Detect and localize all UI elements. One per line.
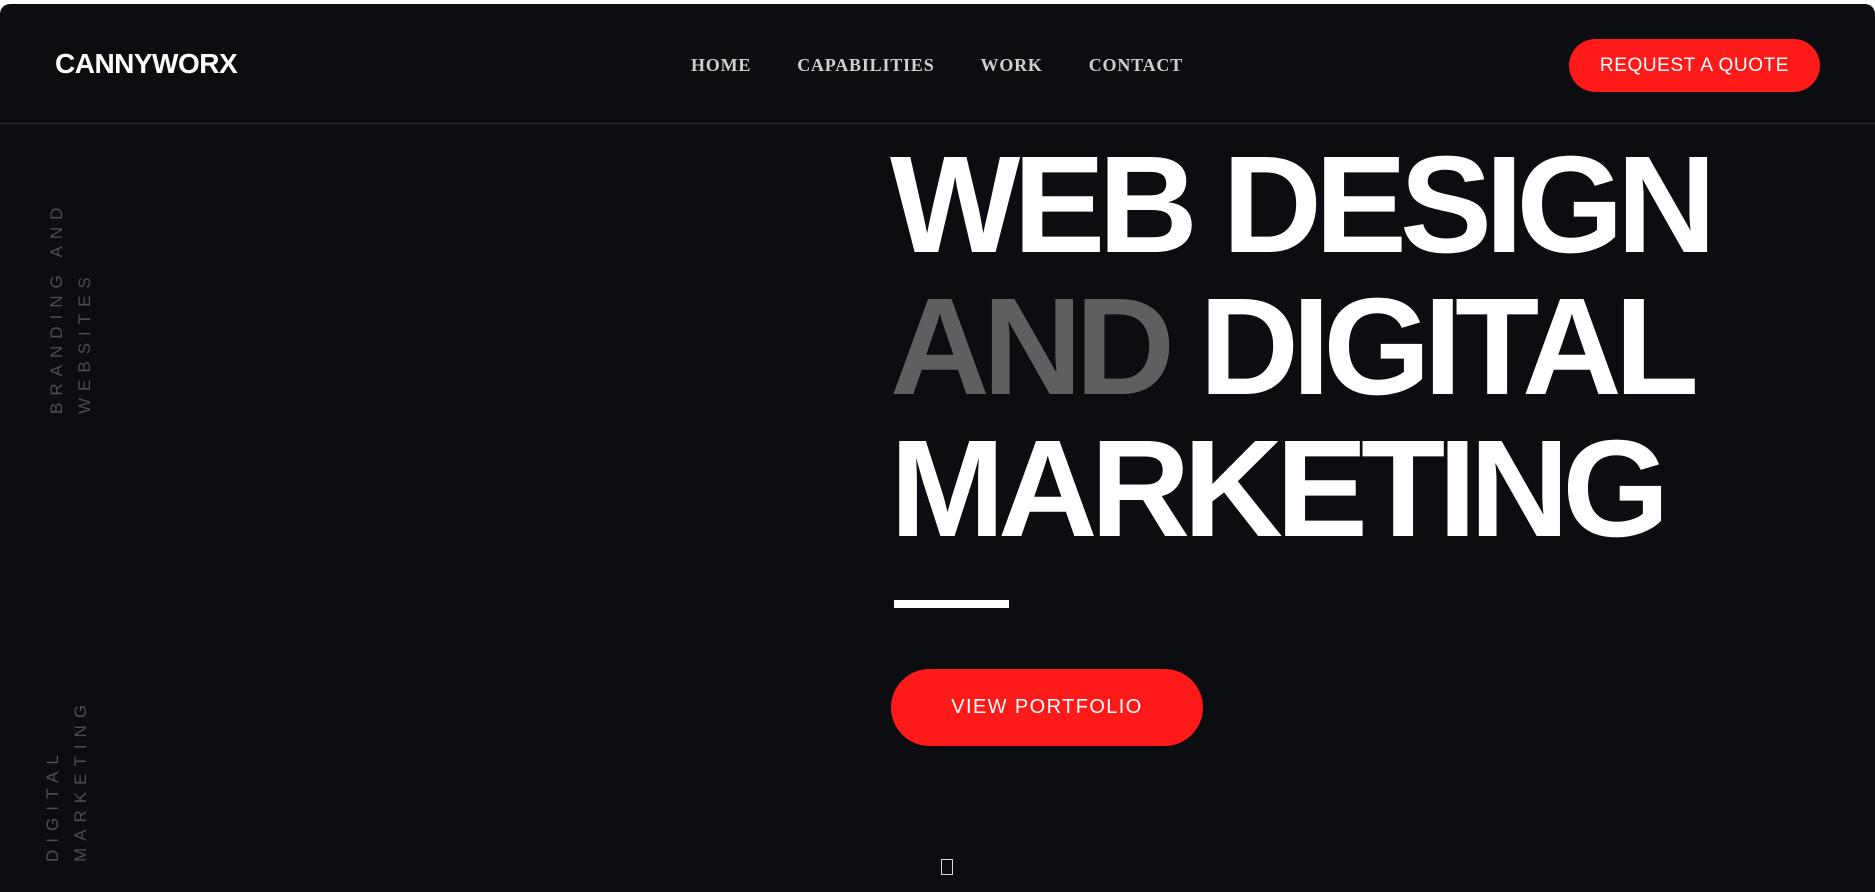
hero-heading: WEB DESIGN AND DIGITAL MARKETING [890, 134, 1850, 560]
main-nav: HOME CAPABILITIES WORK CONTACT [691, 55, 1183, 76]
hero-divider [894, 600, 1009, 608]
side-label-branding: BRANDING AND WEBSITES [47, 200, 94, 414]
hero-line-2-muted: AND [890, 270, 1175, 424]
request-quote-button[interactable]: REQUEST A QUOTE [1569, 39, 1820, 92]
hero-line-2: AND DIGITAL [890, 276, 1850, 418]
logo[interactable]: CANNYWORX [55, 48, 238, 80]
site-header: CANNYWORX HOME CAPABILITIES WORK CONTACT… [0, 4, 1875, 124]
scroll-down-icon[interactable] [941, 859, 953, 875]
page: CANNYWORX HOME CAPABILITIES WORK CONTACT… [0, 4, 1875, 892]
nav-contact[interactable]: CONTACT [1089, 55, 1183, 76]
hero-line-3: MARKETING [890, 412, 1670, 566]
view-portfolio-button[interactable]: VIEW PORTFOLIO [891, 669, 1203, 746]
hero-line-1: WEB DESIGN [890, 128, 1716, 282]
nav-work[interactable]: WORK [981, 55, 1043, 76]
nav-home[interactable]: HOME [691, 55, 751, 76]
hero-line-2-rest: DIGITAL [1167, 270, 1699, 424]
nav-capabilities[interactable]: CAPABILITIES [797, 55, 934, 76]
side-label-digital-marketing: DIGITAL MARKETING [43, 697, 90, 862]
